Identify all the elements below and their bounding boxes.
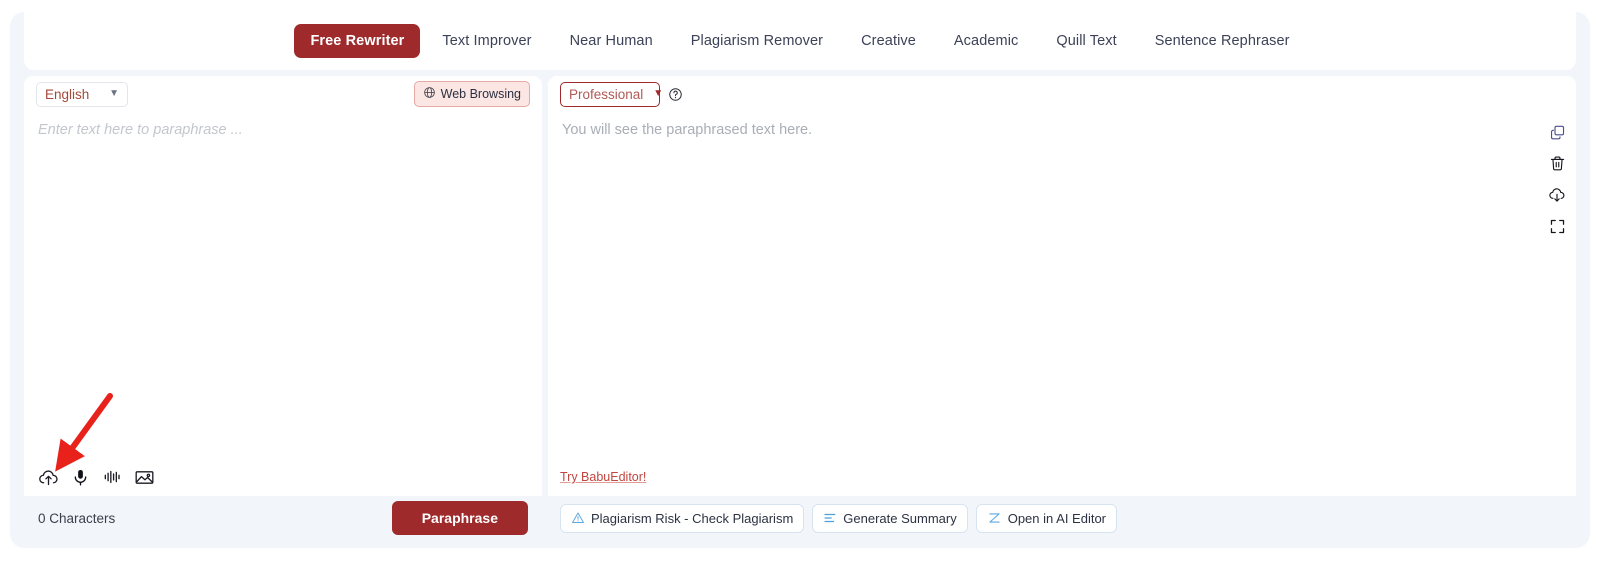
audio-waveform-icon[interactable] bbox=[102, 467, 122, 487]
language-select-value: English bbox=[45, 86, 90, 102]
warning-triangle-icon bbox=[571, 511, 585, 525]
check-plagiarism-button[interactable]: Plagiarism Risk - Check Plagiarism bbox=[560, 503, 805, 533]
input-tools-row bbox=[24, 458, 542, 496]
character-count: 0 Characters bbox=[38, 510, 116, 526]
ai-editor-icon bbox=[987, 511, 1002, 525]
try-babueditor-link[interactable]: Try BabuEditor! bbox=[560, 470, 646, 484]
output-footer: Plagiarism Risk - Check Plagiarism Gener… bbox=[548, 496, 1576, 540]
chevron-down-icon: ▼ bbox=[653, 88, 664, 99]
open-in-ai-editor-button[interactable]: Open in AI Editor bbox=[975, 503, 1117, 533]
cloud-upload-icon[interactable] bbox=[38, 467, 59, 488]
output-pane-toolbar: Professional ▼ bbox=[548, 76, 1576, 112]
output-action-rail bbox=[1548, 124, 1566, 235]
tab-free-rewriter[interactable]: Free Rewriter bbox=[294, 24, 421, 58]
generate-summary-button[interactable]: Generate Summary bbox=[812, 503, 968, 533]
tone-select-value: Professional bbox=[569, 86, 644, 102]
open-in-ai-editor-label: Open in AI Editor bbox=[1007, 510, 1106, 526]
output-placeholder: You will see the paraphrased text here. bbox=[562, 122, 813, 138]
tool-card: Free Rewriter Text Improver Near Human P… bbox=[10, 12, 1590, 548]
input-pane: English ▼ Web Browsing Enter text here t… bbox=[24, 76, 542, 540]
generate-summary-label: Generate Summary bbox=[843, 510, 957, 526]
check-plagiarism-label: Plagiarism Risk - Check Plagiarism bbox=[591, 510, 794, 526]
output-pane: Professional ▼ You will see the paraphra… bbox=[548, 76, 1576, 540]
tab-near-human[interactable]: Near Human bbox=[554, 24, 669, 58]
summary-lines-icon bbox=[823, 511, 837, 525]
web-browsing-label: Web Browsing bbox=[440, 87, 521, 101]
input-pane-toolbar: English ▼ Web Browsing bbox=[24, 76, 542, 112]
copy-icon[interactable] bbox=[1549, 124, 1566, 141]
mode-tab-bar: Free Rewriter Text Improver Near Human P… bbox=[24, 12, 1576, 70]
tab-academic[interactable]: Academic bbox=[938, 24, 1034, 58]
tab-plagiarism-remover[interactable]: Plagiarism Remover bbox=[675, 24, 839, 58]
trash-icon[interactable] bbox=[1549, 155, 1566, 172]
web-browsing-toggle[interactable]: Web Browsing bbox=[413, 81, 530, 107]
language-select[interactable]: English ▼ bbox=[36, 81, 128, 107]
image-icon[interactable] bbox=[134, 467, 155, 488]
help-circle-icon[interactable] bbox=[668, 87, 683, 102]
output-textarea[interactable]: You will see the paraphrased text here. bbox=[548, 112, 1576, 458]
tab-sentence-rephraser[interactable]: Sentence Rephraser bbox=[1139, 24, 1306, 58]
chevron-down-icon: ▼ bbox=[109, 88, 119, 99]
cloud-download-icon[interactable] bbox=[1548, 186, 1566, 204]
tone-select[interactable]: Professional ▼ bbox=[560, 81, 664, 107]
tab-quill-text[interactable]: Quill Text bbox=[1040, 24, 1132, 58]
editor-panes: English ▼ Web Browsing Enter text here t… bbox=[24, 76, 1576, 540]
tab-text-improver[interactable]: Text Improver bbox=[426, 24, 547, 58]
tab-creative[interactable]: Creative bbox=[845, 24, 932, 58]
try-editor-row: Try BabuEditor! bbox=[548, 458, 1576, 496]
input-footer: 0 Characters Paraphrase bbox=[24, 496, 542, 540]
globe-icon bbox=[423, 86, 436, 102]
app-root: Free Rewriter Text Improver Near Human P… bbox=[0, 0, 1600, 570]
fullscreen-icon[interactable] bbox=[1549, 218, 1566, 235]
paraphrase-button[interactable]: Paraphrase bbox=[391, 501, 528, 535]
input-placeholder: Enter text here to paraphrase ... bbox=[38, 122, 243, 138]
microphone-icon[interactable] bbox=[71, 468, 90, 487]
input-textarea[interactable]: Enter text here to paraphrase ... bbox=[24, 112, 542, 458]
